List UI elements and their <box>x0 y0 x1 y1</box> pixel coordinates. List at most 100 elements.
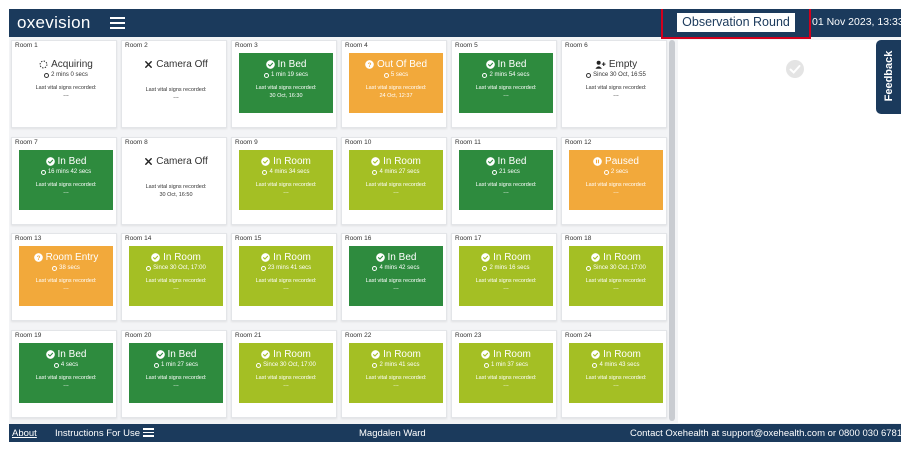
status-duration: 2 mins 41 secs <box>379 362 420 368</box>
room-tile[interactable]: Room 14 In Room Since 30 Oct, 17:00 Last vi… <box>121 233 227 321</box>
status-duration-line: 4 secs <box>19 362 113 368</box>
room-tile[interactable]: Room 24 In Room 4 mins 43 secs Last vital s… <box>561 330 667 418</box>
room-tile[interactable]: Room 20 In Bed 1 min 27 secs Last vital sig… <box>121 330 227 418</box>
room-tile[interactable]: Room 13? Room Entry 38 secs Last vital sign… <box>11 233 117 321</box>
vital-signs-value: --- <box>283 190 289 196</box>
vital-signs-value: --- <box>63 93 69 99</box>
status-duration: Since 30 Oct, 17:00 <box>593 265 646 271</box>
room-label: Room 4 <box>345 42 368 49</box>
room-tile[interactable]: Room 11 In Bed 21 secs Last vital signs rec… <box>451 137 557 225</box>
x-icon <box>144 157 153 166</box>
room-tile[interactable]: Room 8 Camera Off Last vital signs recorde… <box>121 137 227 225</box>
question-circle-icon: ? <box>365 60 374 69</box>
room-status-text: Paused <box>605 156 639 167</box>
room-tile[interactable]: Room 22 In Room 2 mins 41 secs Last vital s… <box>341 330 447 418</box>
room-status-panel: Empty Since 30 Oct, 16:55 Last vital signs… <box>569 53 663 113</box>
status-line: In Room <box>349 156 443 167</box>
room-tile[interactable]: Room 12 Paused 2 secs Last vital signs reco… <box>561 137 667 225</box>
room-status-panel: Paused 2 secs Last vital signs recorded: --… <box>569 150 663 210</box>
vital-signs-label: Last vital signs recorded: <box>475 278 537 284</box>
status-line: In Room <box>459 252 553 263</box>
status-duration: 2 secs <box>610 169 629 175</box>
room-tile[interactable]: Room 4 ? Out Of Bed 5 secs Last vital signs … <box>341 40 447 128</box>
clock-icon <box>256 362 262 368</box>
svg-text:?: ? <box>36 255 40 262</box>
clock-icon <box>146 265 152 271</box>
room-tile[interactable]: Room 16 In Bed 4 mins 42 secs Last vital si… <box>341 233 447 321</box>
status-duration: Since 30 Oct, 16:55 <box>593 72 646 78</box>
room-status-text: In Bed <box>57 156 87 167</box>
room-label: Room 2 <box>125 42 148 49</box>
room-tile[interactable]: Room 7 In Bed 16 mins 42 secs Last vital si… <box>11 137 117 225</box>
room-tile[interactable]: Room 18 In Room Since 30 Oct, 17:00 Last vi… <box>561 233 667 321</box>
room-tile[interactable]: Room 23 In Room 1 min 37 secs Last vital si… <box>451 330 557 418</box>
status-duration-line: 23 mins 41 secs <box>239 265 333 271</box>
room-tile[interactable]: Room 2 Camera Off Last vital signs recorde… <box>121 40 227 128</box>
room-tile[interactable]: Room 17 In Room 2 mins 16 secs Last vital s… <box>451 233 557 321</box>
check-circle-icon <box>371 350 380 359</box>
room-tile[interactable]: Room 3 In Bed 1 min 19 secs Last vital sign… <box>231 40 337 128</box>
vital-signs-value: --- <box>503 383 509 389</box>
room-status-panel: In Room 2 mins 16 secs Last vital signs re… <box>459 246 553 306</box>
room-tile[interactable]: Room 9 In Room 4 mins 34 secs Last vital si… <box>231 137 337 225</box>
check-circle-icon <box>371 157 380 166</box>
room-status-panel: In Bed 16 mins 42 secs Last vital signs re… <box>19 150 113 210</box>
status-duration-line: 2 mins 0 secs <box>19 72 113 78</box>
check-circle-icon <box>591 350 600 359</box>
vital-signs-value: --- <box>393 286 399 292</box>
room-status-text: In Room <box>603 252 641 263</box>
status-duration-line: 4 mins 43 secs <box>569 362 663 368</box>
side-panel <box>678 40 901 423</box>
feedback-tab[interactable]: Feedback <box>876 40 901 114</box>
room-status-text: In Room <box>493 349 531 360</box>
status-line: In Room <box>349 349 443 360</box>
room-tile[interactable]: Room 19 In Bed 4 secs Last vital signs reco… <box>11 330 117 418</box>
room-status-text: In Room <box>493 252 531 263</box>
room-label: Room 22 <box>345 332 372 339</box>
status-line: Acquiring <box>19 59 113 70</box>
clock-icon <box>492 169 498 175</box>
spinner-icon <box>39 60 48 69</box>
clock-icon <box>263 72 269 78</box>
status-line: Paused <box>569 156 663 167</box>
vital-signs-value: --- <box>503 286 509 292</box>
hamburger-menu-icon[interactable] <box>110 17 125 29</box>
room-tile[interactable]: Room 6 Empty Since 30 Oct, 16:55 Last vital… <box>561 40 667 128</box>
vital-signs-label: Last vital signs recorded: <box>365 85 427 91</box>
vital-signs-value: --- <box>173 383 179 389</box>
current-datetime: 01 Nov 2023, 13:33 <box>812 16 901 28</box>
vital-signs-label: Last vital signs recorded: <box>365 278 427 284</box>
room-tile[interactable]: Room 1 Acquiring 2 mins 0 secs Last vital s… <box>11 40 117 128</box>
room-status-text: In Room <box>273 156 311 167</box>
highlight-box <box>661 9 811 39</box>
room-status-panel: ? Out Of Bed 5 secs Last vital signs record… <box>349 53 443 113</box>
status-duration: 2 mins 0 secs <box>51 72 88 78</box>
room-tile[interactable]: Room 5 In Bed 2 mins 54 secs Last vital sig… <box>451 40 557 128</box>
footer-bar: About Instructions For Use Magdalen Ward… <box>9 424 901 442</box>
status-duration-line: Since 30 Oct, 17:00 <box>239 362 333 368</box>
room-status-panel: Camera Off Last vital signs recorded: 30 O… <box>129 150 223 210</box>
room-grid: Room 1 Acquiring 2 mins 0 secs Last vital s… <box>11 40 667 422</box>
room-tile[interactable]: Room 15 In Room 23 mins 41 secs Last vital … <box>231 233 337 321</box>
status-line: In Room <box>239 156 333 167</box>
about-link[interactable]: About <box>12 428 37 439</box>
status-line: Camera Off <box>129 156 223 167</box>
room-tile[interactable]: Room 21 In Room Since 30 Oct, 17:00 Last vi… <box>231 330 337 418</box>
room-status-text: In Room <box>383 349 421 360</box>
room-tile[interactable]: Room 10 In Room 4 mins 27 secs Last vital s… <box>341 137 447 225</box>
status-duration-line <box>129 72 223 80</box>
clock-icon <box>53 362 59 368</box>
grid-scrollbar[interactable] <box>669 40 675 421</box>
clock-icon <box>40 169 46 175</box>
status-duration: 4 mins 43 secs <box>599 362 640 368</box>
instructions-link[interactable]: Instructions For Use <box>55 428 140 439</box>
room-status-text: In Bed <box>277 59 307 70</box>
instructions-menu-icon[interactable] <box>143 428 154 437</box>
room-label: Room 24 <box>565 332 592 339</box>
question-circle-icon: ? <box>33 253 43 262</box>
vital-signs-label: Last vital signs recorded: <box>365 182 427 188</box>
clock-icon <box>372 169 378 175</box>
status-duration-line: Since 30 Oct, 16:55 <box>569 72 663 78</box>
check-circle-icon <box>45 350 55 359</box>
room-status-text: In Room <box>273 252 311 263</box>
